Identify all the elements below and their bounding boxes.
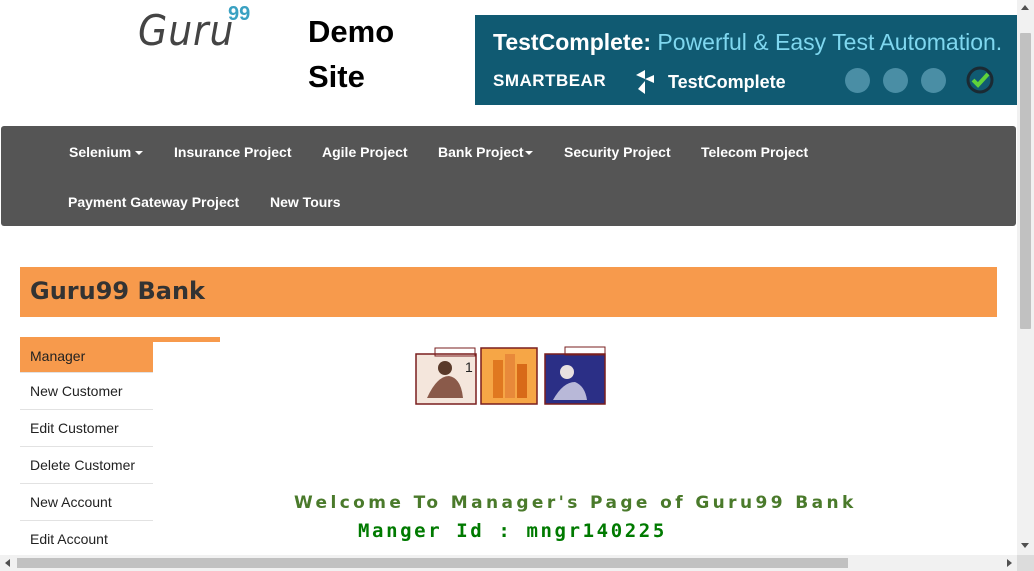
scroll-left-icon[interactable] <box>5 559 10 567</box>
vertical-scrollbar[interactable] <box>1017 0 1034 555</box>
testcomplete-mark-icon <box>636 70 654 94</box>
caret-down-icon <box>524 151 533 156</box>
vertical-scroll-thumb[interactable] <box>1020 33 1031 329</box>
guru99-logo[interactable]: Guru <box>138 6 234 55</box>
logo-superscript: 99 <box>228 3 251 25</box>
bank-title: Guru99 Bank <box>30 277 205 305</box>
banking-images: 1 <box>415 346 606 405</box>
sidebar-item-manager[interactable]: Manager <box>20 337 153 373</box>
web-icon <box>921 68 946 93</box>
banner-headline: TestComplete: Powerful & Easy Test Autom… <box>493 29 1002 56</box>
mobile-icon <box>845 68 870 93</box>
nav-agile-project[interactable]: Agile Project <box>322 144 408 160</box>
nav-payment-gateway-project[interactable]: Payment Gateway Project <box>68 194 239 210</box>
bank-header: Guru99 Bank <box>20 267 997 317</box>
page: Guru 99 Demo Site TestComplete: Powerful… <box>0 0 1017 555</box>
sidebar-item-edit-customer[interactable]: Edit Customer <box>20 410 153 447</box>
sidebar-item-delete-customer[interactable]: Delete Customer <box>20 447 153 484</box>
scrollbar-corner <box>1017 555 1034 571</box>
sidebar-item-edit-account[interactable]: Edit Account <box>20 521 153 555</box>
horizontal-scrollbar[interactable] <box>0 555 1017 571</box>
scroll-up-icon[interactable] <box>1021 5 1029 10</box>
nav-bank-project-label: Bank Project <box>438 144 524 160</box>
horizontal-scroll-thumb[interactable] <box>17 558 848 568</box>
testcomplete-banner[interactable]: TestComplete: Powerful & Easy Test Autom… <box>475 15 1017 105</box>
site-title: Demo Site <box>308 14 395 94</box>
nav-selenium-label: Selenium <box>69 144 132 160</box>
people-photo <box>544 346 606 405</box>
nav-bank-project[interactable]: Bank Project <box>438 144 533 160</box>
testcomplete-logo: TestComplete <box>630 67 786 97</box>
businessman-photo: 1 <box>415 347 477 405</box>
nav-new-tours[interactable]: New Tours <box>270 194 341 210</box>
coins-photo <box>480 347 538 405</box>
check-cycle-icon <box>966 66 994 94</box>
desktop-icon <box>883 68 908 93</box>
caret-down-icon <box>135 151 144 156</box>
sidebar-menu: Manager New Customer Edit Customer Delet… <box>20 337 153 555</box>
banner-icons <box>845 68 946 93</box>
banner-headline-tagline: Powerful & Easy Test Automation. <box>651 29 1003 55</box>
sidebar-item-new-customer[interactable]: New Customer <box>20 373 153 410</box>
manager-id: Manger Id : mngr140225 <box>358 520 667 542</box>
nav-selenium[interactable]: Selenium <box>69 144 144 160</box>
smartbear-logo: SMARTBEAR <box>493 71 607 90</box>
svg-text:1: 1 <box>465 359 473 375</box>
sidebar-item-new-account[interactable]: New Account <box>20 484 153 521</box>
nav-insurance-project[interactable]: Insurance Project <box>174 144 292 160</box>
scroll-down-icon[interactable] <box>1021 543 1029 548</box>
welcome-message: Welcome To Manager's Page of Guru99 Bank <box>294 493 857 513</box>
nav-security-project[interactable]: Security Project <box>564 144 671 160</box>
nav-telecom-project[interactable]: Telecom Project <box>701 144 808 160</box>
main-navbar: Selenium Insurance Project Agile Project… <box>1 126 1016 226</box>
banner-headline-brand: TestComplete: <box>493 29 652 55</box>
scroll-right-icon[interactable] <box>1007 559 1012 567</box>
banner-product-name: TestComplete <box>668 71 786 92</box>
